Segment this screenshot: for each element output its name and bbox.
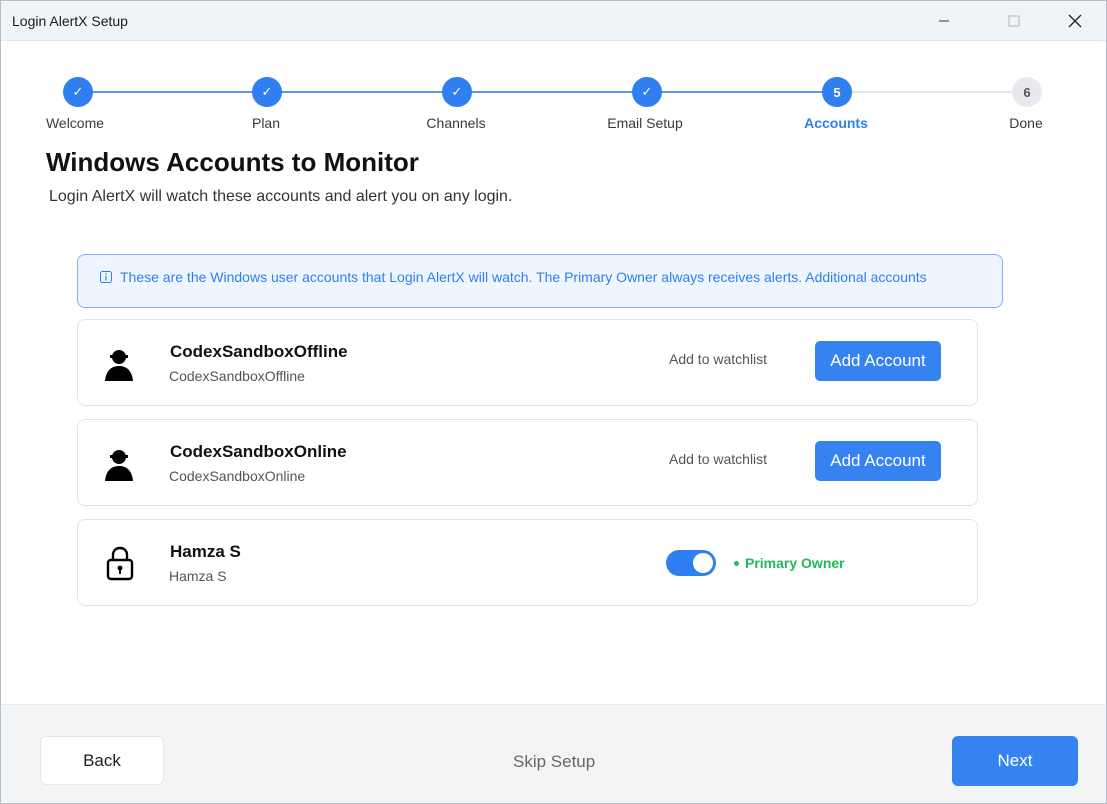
setup-window: Login AlertX Setup ✓ ✓ ✓ ✓ 5 6 Welcome P… [0,0,1107,804]
step-6-marker: 6 [1012,77,1042,107]
info-banner-content: These are the Windows user accounts that… [100,269,927,285]
window-title: Login AlertX Setup [12,13,128,29]
info-banner: These are the Windows user accounts that… [77,254,1003,308]
account-name: CodexSandboxOffline [170,342,348,361]
maximize-icon [1008,15,1020,27]
step-2-marker: ✓ [252,77,282,107]
step-4-marker: ✓ [632,77,662,107]
page-title: Windows Accounts to Monitor [46,147,419,177]
lock-icon [106,546,134,581]
step-1-marker: ✓ [63,77,93,107]
account-username: CodexSandboxOffline [169,368,305,384]
step-5-marker: 5 [822,77,852,107]
title-bar: Login AlertX Setup [1,1,1106,41]
next-button[interactable]: Next [952,736,1078,786]
user-icon [105,450,133,481]
step-label-accounts: Accounts [804,115,868,131]
account-card-primary: Hamza S Hamza S Primary Owner [77,519,978,606]
toggle-knob [693,553,713,573]
check-icon: ✓ [641,84,653,99]
check-icon: ✓ [451,84,463,99]
close-icon [1068,14,1082,28]
step-6-number: 6 [1023,84,1031,100]
setup-stepper: ✓ ✓ ✓ ✓ 5 6 Welcome Plan Channels Email … [1,41,1106,141]
add-account-button[interactable]: Add Account [815,341,941,381]
add-to-watchlist-label: Add to watchlist [669,351,768,367]
check-icon: ✓ [72,84,84,99]
account-username: Hamza S [169,568,227,584]
maximize-button[interactable] [991,1,1037,41]
monitor-toggle[interactable] [666,550,716,576]
close-button[interactable] [1052,1,1098,41]
step-label-done: Done [1009,115,1043,131]
step-5-number: 5 [833,84,841,100]
account-username: CodexSandboxOnline [169,468,306,484]
step-3-marker: ✓ [442,77,472,107]
step-label-email-setup: Email Setup [607,115,683,131]
account-name: Hamza S [170,542,241,561]
footer-bar: Back Skip Setup Next [1,704,1106,803]
add-account-button[interactable]: Add Account [815,441,941,481]
skip-setup-link[interactable]: Skip Setup [513,752,595,772]
primary-owner-badge: Primary Owner [734,555,845,571]
page-subtitle: Login AlertX will watch these accounts a… [49,188,513,205]
account-card: CodexSandboxOffline CodexSandboxOffline … [77,319,978,406]
info-banner-text: These are the Windows user accounts that… [120,269,927,285]
check-icon: ✓ [261,84,273,99]
back-button[interactable]: Back [40,736,164,785]
step-label-channels: Channels [426,115,486,131]
info-icon [100,271,112,283]
step-label-welcome: Welcome [45,115,105,131]
minimize-icon [939,20,949,22]
status-dot-icon [734,560,739,566]
stepper-remaining-line [836,91,1026,93]
minimize-button[interactable] [921,1,967,41]
user-icon [105,350,133,381]
account-card: CodexSandboxOnline CodexSandboxOnline Ad… [77,419,978,506]
account-name: CodexSandboxOnline [170,442,347,461]
add-to-watchlist-label: Add to watchlist [669,451,768,467]
primary-owner-label: Primary Owner [745,555,845,571]
step-label-plan: Plan [251,115,281,131]
